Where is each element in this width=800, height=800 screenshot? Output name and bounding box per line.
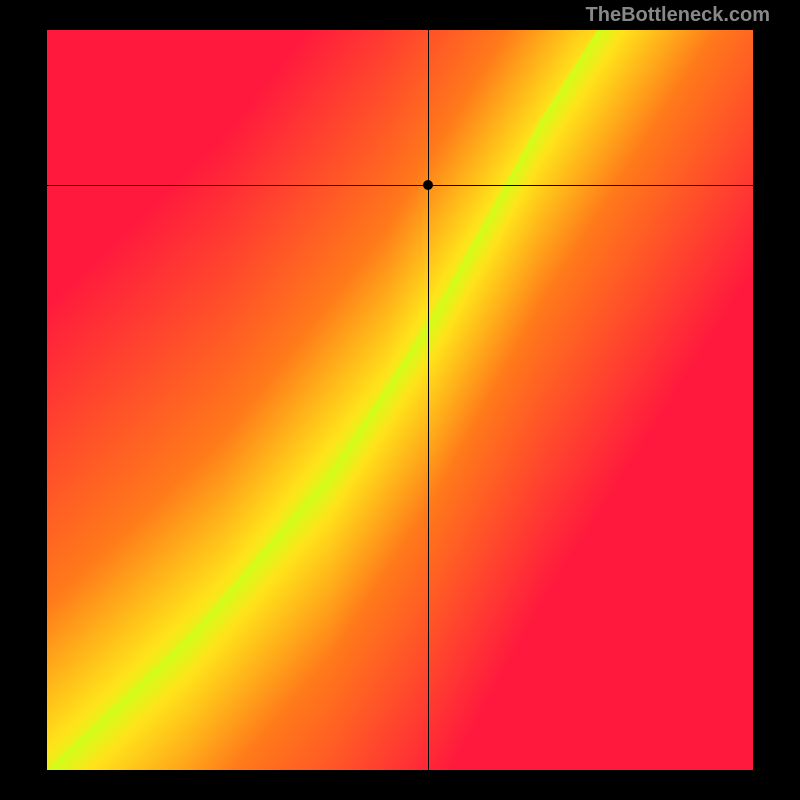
watermark-text: TheBottleneck.com	[586, 4, 770, 27]
crosshair-horizontal	[47, 185, 753, 186]
heatmap-canvas	[47, 30, 753, 770]
chart-container: TheBottleneck.com	[0, 0, 800, 800]
marker-point	[423, 180, 433, 190]
crosshair-vertical	[428, 30, 429, 770]
